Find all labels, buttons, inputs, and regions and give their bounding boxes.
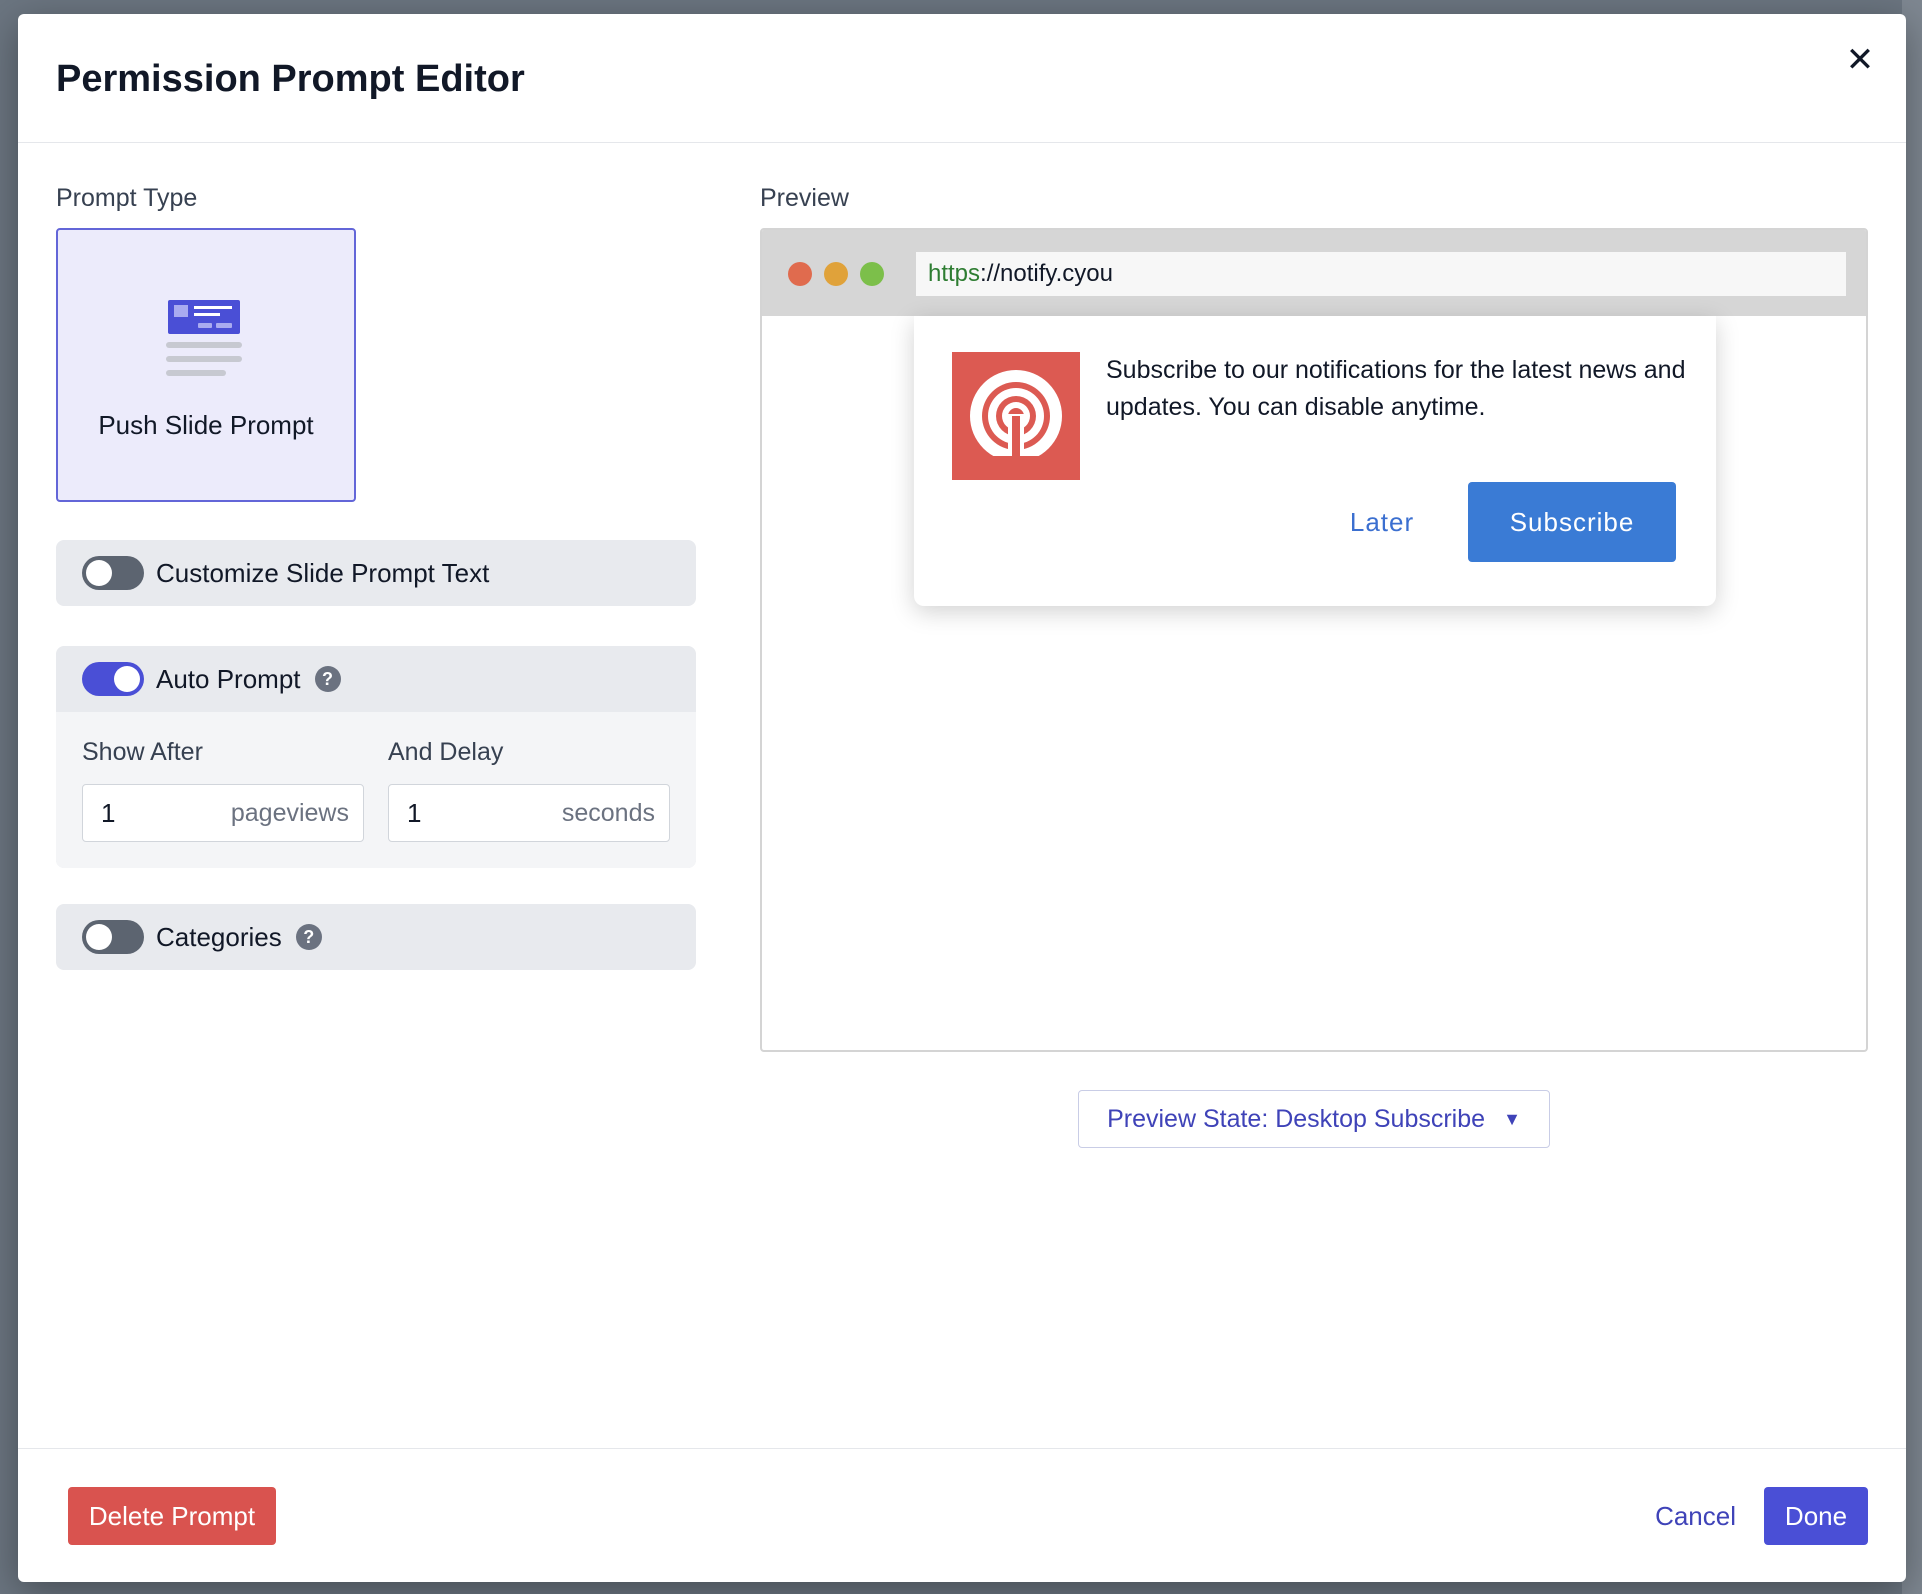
preview-state-label: Preview State: Desktop Subscribe: [1107, 1104, 1486, 1133]
delete-prompt-button[interactable]: Delete Prompt: [68, 1487, 276, 1545]
categories-panel: Categories ?: [56, 904, 696, 970]
modal-title: Permission Prompt Editor: [56, 58, 525, 100]
modal-header: Permission Prompt Editor ✕: [18, 14, 1906, 143]
customize-text-panel: Customize Slide Prompt Text: [56, 540, 696, 606]
delay-label: And Delay: [388, 738, 504, 766]
auto-prompt-label: Auto Prompt: [156, 663, 301, 694]
categories-help-icon[interactable]: ?: [295, 924, 322, 950]
done-button[interactable]: Done: [1764, 1487, 1868, 1545]
show-after-value: 1: [101, 797, 116, 828]
delay-value: 1: [407, 797, 422, 828]
categories-label: Categories: [156, 921, 282, 952]
browser-toolbar: https://notify.cyou: [762, 230, 1866, 316]
url-bar: https://notify.cyou: [916, 252, 1846, 296]
preview-state-dropdown[interactable]: Preview State: Desktop Subscribe ▼: [1078, 1090, 1550, 1148]
slide-prompt-preview: Subscribe to our notifications for the l…: [914, 316, 1716, 606]
notification-logo-icon: [952, 352, 1080, 480]
url-scheme: https: [928, 260, 981, 287]
customize-text-toggle[interactable]: [82, 556, 144, 590]
modal-footer: Delete Prompt Cancel Done: [18, 1448, 1906, 1582]
url-host: ://notify.cyou: [980, 260, 1113, 287]
auto-prompt-toggle[interactable]: [82, 662, 144, 696]
delay-unit: seconds: [561, 798, 655, 827]
preview-label: Preview: [760, 184, 849, 212]
delay-input[interactable]: 1 seconds: [388, 784, 670, 842]
auto-prompt-panel: Auto Prompt ? Show After 1 pageviews And…: [56, 646, 696, 868]
show-after-input[interactable]: 1 pageviews: [82, 784, 364, 842]
slide-prompt-icon: [166, 300, 242, 376]
auto-prompt-settings: Show After 1 pageviews And Delay 1 secon…: [56, 712, 696, 868]
categories-toggle[interactable]: [82, 920, 144, 954]
slide-prompt-message: Subscribe to our notifications for the l…: [1106, 356, 1686, 421]
permission-prompt-editor-modal: Permission Prompt Editor ✕ Prompt Type P…: [18, 14, 1906, 1582]
push-slide-prompt-label: Push Slide Prompt: [98, 410, 314, 440]
later-button[interactable]: Later: [1314, 482, 1450, 562]
show-after-label: Show After: [82, 738, 203, 766]
close-icon[interactable]: ✕: [1840, 40, 1880, 80]
push-slide-prompt-card[interactable]: Push Slide Prompt: [56, 228, 356, 502]
subscribe-button[interactable]: Subscribe: [1468, 482, 1676, 562]
browser-preview: https://notify.cyou Subscribe to our not…: [760, 228, 1868, 1052]
caret-down-icon: ▼: [1503, 1108, 1521, 1129]
customize-text-label: Customize Slide Prompt Text: [156, 557, 490, 588]
cancel-button[interactable]: Cancel: [1655, 1487, 1736, 1545]
prompt-type-label: Prompt Type: [56, 184, 198, 212]
minimize-dot-icon: [824, 262, 848, 286]
close-dot-icon: [788, 262, 812, 286]
maximize-dot-icon: [860, 262, 884, 286]
show-after-unit: pageviews: [230, 798, 349, 827]
auto-prompt-help-icon[interactable]: ?: [314, 666, 341, 692]
